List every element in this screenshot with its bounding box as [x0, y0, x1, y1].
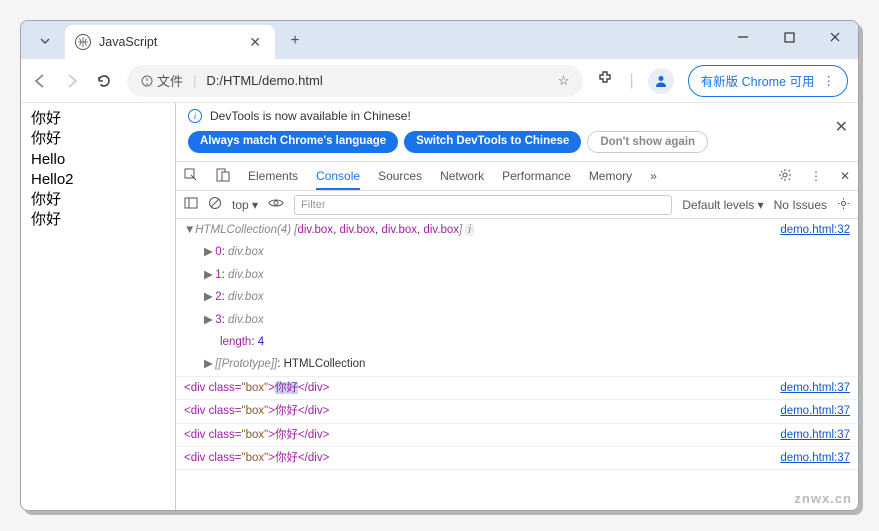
console-row[interactable]: ▼ HTMLCollection(4) [div.box, div.box, d…	[176, 219, 858, 241]
filter-input[interactable]: Filter	[294, 195, 672, 215]
banner-buttons: Always match Chrome's language Switch De…	[176, 129, 858, 161]
device-icon[interactable]	[216, 168, 230, 185]
page-text: Hello	[31, 150, 165, 170]
switch-chinese-button[interactable]: Switch DevTools to Chinese	[404, 131, 581, 153]
devtools-tab-elements[interactable]: Elements	[248, 169, 298, 183]
console-row[interactable]: <div class="box">你好</div>demo.html:37	[176, 400, 858, 423]
always-match-button[interactable]: Always match Chrome's language	[188, 131, 398, 153]
levels-selector[interactable]: Default levels ▾	[682, 198, 763, 212]
banner-text: DevTools is now available in Chinese!	[210, 109, 411, 123]
console-row[interactable]: length: 4	[176, 331, 858, 353]
update-chrome-pill[interactable]: 有新版 Chrome 可用 ⋮	[688, 65, 848, 97]
toolbar-gear-icon[interactable]	[837, 197, 850, 213]
bookmark-icon[interactable]: ☆	[558, 73, 570, 89]
tab-search-chevron[interactable]	[31, 27, 59, 55]
title-bar: JavaScript ✕ +	[21, 21, 858, 59]
page-text: 你好	[31, 210, 165, 230]
sidebar-toggle-icon[interactable]	[184, 196, 198, 213]
reload-button[interactable]	[95, 72, 113, 90]
more-tabs-icon[interactable]: »	[650, 169, 657, 183]
devtools-tab-console[interactable]: Console	[316, 169, 360, 190]
context-selector[interactable]: top ▾	[232, 198, 258, 212]
back-button[interactable]	[31, 72, 49, 90]
devtools-banner: i DevTools is now available in Chinese! …	[176, 103, 858, 129]
close-button[interactable]	[812, 21, 858, 53]
source-link[interactable]: demo.html:32	[780, 221, 850, 239]
page-text: 你好	[31, 190, 165, 210]
file-label: 文件	[157, 71, 183, 90]
devtools-tab-performance[interactable]: Performance	[502, 169, 571, 183]
menu-icon: ⋮	[823, 73, 836, 88]
devtools-tabs: Elements Console Sources Network Performance…	[176, 161, 858, 191]
globe-icon	[75, 34, 91, 50]
console-row[interactable]: <div class="box">你好</div>demo.html:37	[176, 377, 858, 400]
devtools-tab-network[interactable]: Network	[440, 169, 484, 183]
console-row[interactable]: <div class="box">你好</div>demo.html:37	[176, 424, 858, 447]
clear-console-icon[interactable]	[208, 196, 222, 213]
console-row[interactable]: ▶ 2: div.box	[176, 286, 858, 308]
devtools-tab-memory[interactable]: Memory	[589, 169, 632, 183]
page-viewport: 你好你好HelloHello2你好你好	[21, 103, 176, 510]
address-bar[interactable]: 文件 | D:/HTML/demo.html ☆	[127, 65, 583, 97]
eye-icon[interactable]	[268, 197, 284, 212]
new-tab-button[interactable]: +	[281, 27, 309, 55]
content-area: 你好你好HelloHello2你好你好 i DevTools is now av…	[21, 103, 858, 510]
console-row[interactable]: ▶ [[Prototype]]: HTMLCollection	[176, 353, 858, 376]
gear-icon[interactable]	[778, 168, 792, 185]
tab-title: JavaScript	[99, 35, 237, 49]
kebab-icon[interactable]: ⋮	[810, 169, 822, 183]
browser-window: JavaScript ✕ + 文件 | D:/HTML/demo.html ☆ …	[20, 20, 859, 511]
page-text: Hello2	[31, 170, 165, 190]
source-link[interactable]: demo.html:37	[780, 379, 850, 397]
profile-icon[interactable]	[648, 68, 674, 94]
banner-close-icon[interactable]: ✕	[835, 117, 848, 137]
console-row[interactable]: ▶ 0: div.box	[176, 241, 858, 263]
extensions-icon[interactable]	[597, 69, 615, 92]
maximize-button[interactable]	[766, 21, 812, 53]
source-link[interactable]: demo.html:37	[780, 449, 850, 467]
source-link[interactable]: demo.html:37	[780, 402, 850, 420]
console-row[interactable]: ▶ 3: div.box	[176, 309, 858, 331]
file-badge: 文件	[141, 71, 183, 90]
devtools-tab-sources[interactable]: Sources	[378, 169, 422, 183]
url-text: D:/HTML/demo.html	[206, 73, 322, 88]
devtools-panel: i DevTools is now available in Chinese! …	[176, 103, 858, 510]
info-icon: i	[188, 109, 202, 123]
update-text: 有新版 Chrome 可用	[701, 71, 815, 90]
close-icon[interactable]: ✕	[245, 34, 265, 51]
watermark: znwx.cn	[794, 491, 852, 506]
browser-toolbar: 文件 | D:/HTML/demo.html ☆ | 有新版 Chrome 可用…	[21, 59, 858, 103]
window-controls	[720, 21, 858, 53]
console-output: ▼ HTMLCollection(4) [div.box, div.box, d…	[176, 219, 858, 510]
console-toolbar: top ▾ Filter Default levels ▾ No Issues	[176, 191, 858, 219]
devtools-close-icon[interactable]: ✕	[840, 169, 850, 183]
page-text: 你好	[31, 109, 165, 129]
page-text: 你好	[31, 129, 165, 149]
browser-tab[interactable]: JavaScript ✕	[65, 25, 275, 59]
inspect-icon[interactable]	[184, 168, 198, 185]
minimize-button[interactable]	[720, 21, 766, 53]
issues-link[interactable]: No Issues	[774, 198, 827, 212]
forward-button[interactable]	[63, 72, 81, 90]
console-row[interactable]: <div class="box">你好</div>demo.html:37	[176, 447, 858, 470]
console-row[interactable]: ▶ 1: div.box	[176, 264, 858, 286]
source-link[interactable]: demo.html:37	[780, 426, 850, 444]
dont-show-button[interactable]: Don't show again	[587, 131, 708, 153]
